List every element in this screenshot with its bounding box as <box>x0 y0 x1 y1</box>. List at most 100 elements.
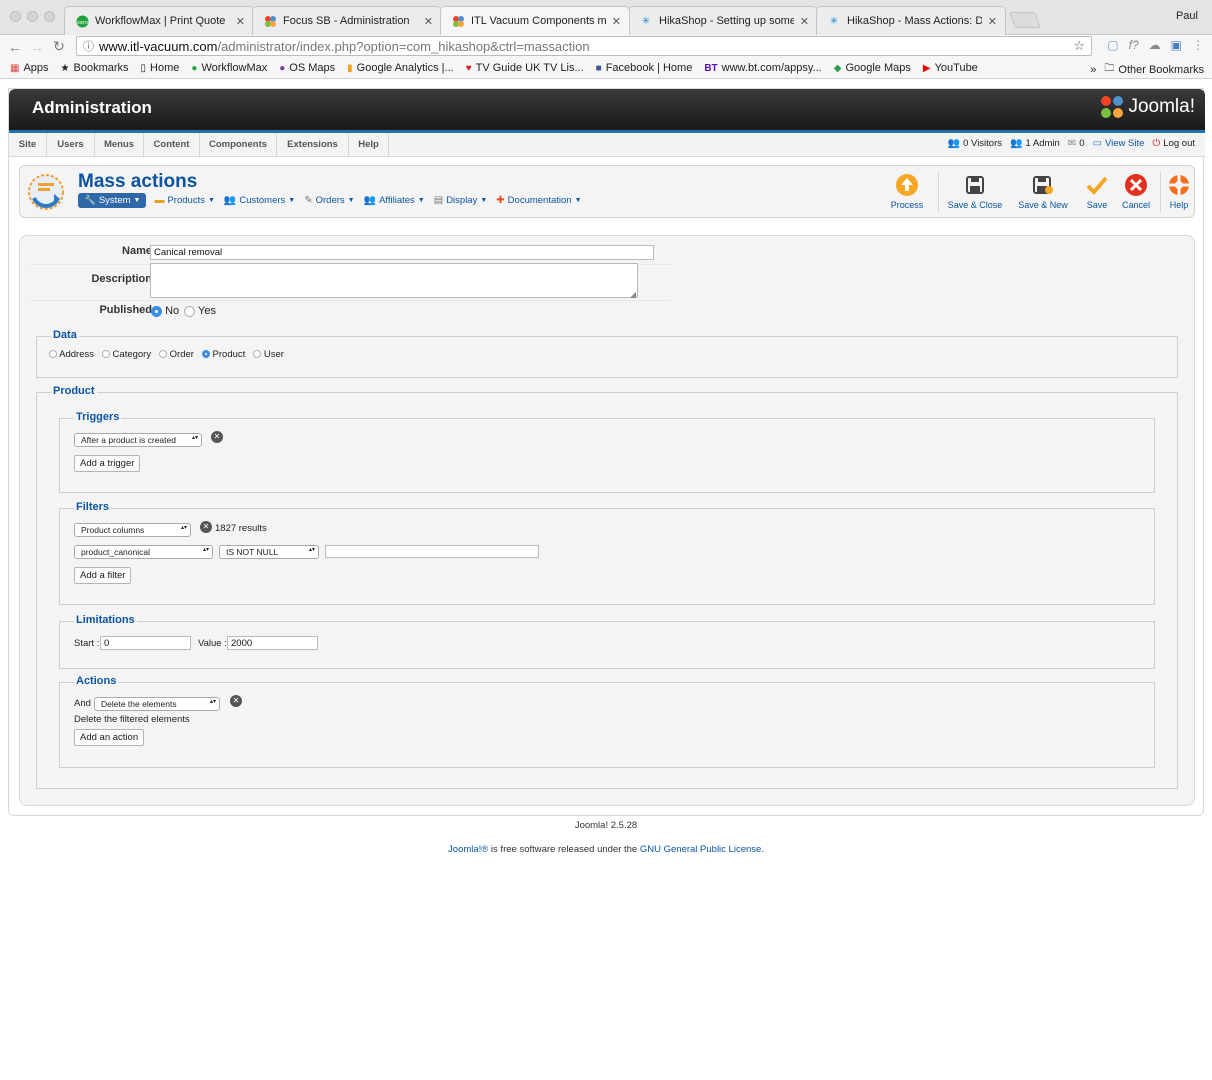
page-info-icon[interactable]: ⓘ <box>83 38 94 54</box>
resize-handle-icon[interactable]: ◢ <box>630 290 636 299</box>
published-no-label[interactable]: No <box>165 305 179 317</box>
data-order-label[interactable]: Order <box>170 349 194 360</box>
help-button[interactable]: Help <box>1164 172 1194 210</box>
minimize-window-button[interactable] <box>27 11 38 22</box>
name-input[interactable]: Canical removal <box>150 245 654 260</box>
filter-column-select[interactable]: product_canonical <box>74 545 213 559</box>
remove-action-icon[interactable]: ✕ <box>230 695 242 707</box>
extension-icon[interactable]: ▢ <box>1107 38 1118 52</box>
close-tab-icon[interactable]: ✕ <box>236 15 245 28</box>
trigger-select[interactable]: After a product is created <box>74 433 202 447</box>
menu-kebab-icon[interactable]: ⋮ <box>1192 38 1204 52</box>
filter-operator-select[interactable]: IS NOT NULL <box>219 545 319 559</box>
description-textarea[interactable]: ◢ <box>150 263 638 299</box>
bookmark-google-maps[interactable]: ◆ Google Maps <box>834 62 911 74</box>
close-tab-icon[interactable]: ✕ <box>988 15 997 28</box>
submenu-system[interactable]: 🔧 System ▼ <box>78 193 147 208</box>
remove-trigger-icon[interactable]: ✕ <box>211 431 223 443</box>
messages-count[interactable]: ✉ 0 <box>1068 138 1085 149</box>
bookmark-home[interactable]: ▯ Home <box>141 62 180 74</box>
submenu-orders[interactable]: ✎ Orders ▼ <box>304 195 354 206</box>
gpl-link[interactable]: GNU General Public License <box>640 844 761 855</box>
browser-tab-hikashop-setup[interactable]: ✳ HikaShop - Setting up some c ✕ <box>628 6 818 35</box>
menu-menus[interactable]: Menus <box>95 133 144 157</box>
data-user-label[interactable]: User <box>264 349 284 360</box>
close-tab-icon[interactable]: ✕ <box>612 15 621 28</box>
add-action-button[interactable]: Add an action <box>74 729 145 746</box>
value-input[interactable]: 2000 <box>227 636 318 650</box>
browser-tab-workflowmax[interactable]: xero WorkflowMax | Print Quote ✕ <box>64 6 254 35</box>
zoom-window-button[interactable] <box>44 11 55 22</box>
more-bookmarks-button[interactable]: » <box>1090 64 1096 76</box>
bookmark-google-analytics[interactable]: ▮ Google Analytics |... <box>347 62 454 74</box>
close-window-button[interactable] <box>10 11 21 22</box>
data-address-label[interactable]: Address <box>59 349 94 360</box>
workflowmax-icon: xero <box>75 14 89 28</box>
profile-name[interactable]: Paul <box>1176 10 1198 22</box>
logout-link[interactable]: ⏻ Log out <box>1152 138 1195 149</box>
published-yes-radio[interactable] <box>184 305 196 317</box>
menu-extensions[interactable]: Extensions <box>277 133 349 157</box>
filter-value-input[interactable] <box>325 545 539 558</box>
menu-help[interactable]: Help <box>349 133 389 157</box>
floppy-disk-icon <box>962 172 988 198</box>
new-tab-button[interactable] <box>1009 12 1041 28</box>
add-filter-button[interactable]: Add a filter <box>74 567 132 584</box>
add-trigger-button[interactable]: Add a trigger <box>74 455 141 472</box>
other-bookmarks[interactable]: 🗀 Other Bookmarks <box>1104 61 1204 78</box>
save-close-button[interactable]: Save & Close <box>944 172 1006 210</box>
bookmark-facebook[interactable]: ■ Facebook | Home <box>596 62 693 74</box>
bookmark-youtube[interactable]: ▶ YouTube <box>923 62 978 74</box>
save-button[interactable]: Save <box>1078 172 1116 210</box>
tab-title: HikaShop - Setting up some c <box>659 15 794 27</box>
submenu-display[interactable]: ▤ Display ▼ <box>434 195 488 206</box>
bookmark-workflowmax[interactable]: ● WorkflowMax <box>191 62 267 74</box>
process-button[interactable]: Process <box>882 172 932 210</box>
start-input[interactable]: 0 <box>100 636 191 650</box>
filter-type-select[interactable]: Product columns <box>74 523 191 537</box>
submenu-documentation[interactable]: ✚ Documentation ▼ <box>496 195 581 206</box>
close-tab-icon[interactable]: ✕ <box>424 15 433 28</box>
published-no-radio[interactable] <box>151 305 162 317</box>
data-order-radio[interactable] <box>159 350 168 359</box>
joomla-link[interactable]: Joomla!® <box>448 844 488 855</box>
address-bar[interactable]: ⓘ www.itl-vacuum.com/administrator/index… <box>76 36 1092 56</box>
browser-tab-hikashop-mass[interactable]: ✳ HikaShop - Mass Actions: Doc ✕ <box>816 6 1006 35</box>
data-product-label[interactable]: Product <box>213 349 246 360</box>
action-select[interactable]: Delete the elements <box>94 697 220 711</box>
data-category-label[interactable]: Category <box>113 349 152 360</box>
forward-arrow-icon[interactable]: → <box>26 39 48 55</box>
data-user-radio[interactable] <box>253 350 262 359</box>
menu-site[interactable]: Site <box>9 133 47 157</box>
remove-filter-icon[interactable]: ✕ <box>200 521 212 533</box>
submenu-products[interactable]: ▬ Products ▼ <box>154 195 214 206</box>
bookmark-tv-guide[interactable]: ♥ TV Guide UK TV Lis... <box>466 62 584 74</box>
bookmark-bt[interactable]: BT www.bt.com/appsy... <box>704 62 821 74</box>
submenu-customers[interactable]: 👥 Customers ▼ <box>224 195 295 206</box>
bookmark-star-icon[interactable]: ☆ <box>1073 38 1085 54</box>
cancel-button[interactable]: Cancel <box>1118 172 1154 210</box>
bookmark-apps[interactable]: ▦ Apps <box>10 62 49 74</box>
submenu-affiliates[interactable]: 👥 Affiliates ▼ <box>364 195 425 206</box>
menu-content[interactable]: Content <box>144 133 200 157</box>
bookmark-os-maps[interactable]: ● OS Maps <box>279 62 335 74</box>
published-yes-label[interactable]: Yes <box>198 305 216 317</box>
youtube-icon: ▶ <box>922 62 931 74</box>
reload-icon[interactable]: ↻ <box>48 38 70 55</box>
menu-components[interactable]: Components <box>200 133 277 157</box>
menu-users[interactable]: Users <box>47 133 95 157</box>
font-extension-icon[interactable]: f? <box>1129 38 1139 52</box>
browser-tab-itl-vacuum[interactable]: ITL Vacuum Components man ✕ <box>440 6 630 35</box>
bookmark-bookmarks[interactable]: ★ Bookmarks <box>61 62 129 74</box>
close-tab-icon[interactable]: ✕ <box>800 15 809 28</box>
data-address-radio[interactable] <box>49 350 57 359</box>
view-site-link[interactable]: ▭ View Site <box>1092 138 1144 149</box>
star-icon: ★ <box>60 62 70 74</box>
back-arrow-icon[interactable]: ← <box>4 39 26 55</box>
data-product-radio[interactable] <box>201 350 210 359</box>
cloud-extension-icon[interactable]: ☁ <box>1149 38 1161 52</box>
save-new-button[interactable]: Save & New <box>1014 172 1072 210</box>
data-category-radio[interactable] <box>101 350 110 359</box>
image-extension-icon[interactable]: ▣ <box>1171 38 1182 52</box>
browser-tab-focus-sb[interactable]: Focus SB - Administration ✕ <box>252 6 442 35</box>
